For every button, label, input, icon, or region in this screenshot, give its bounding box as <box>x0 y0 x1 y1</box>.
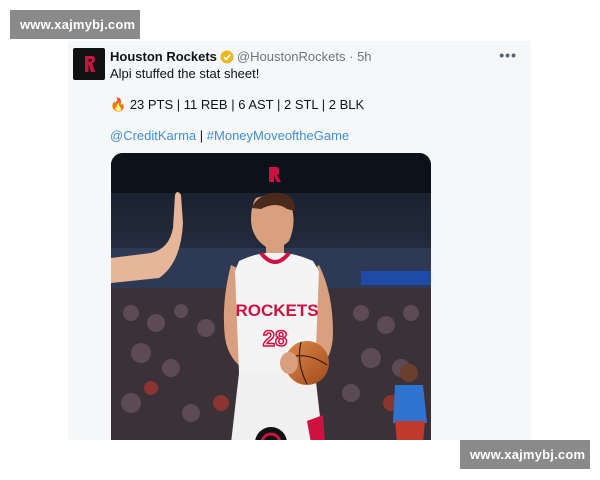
watermark-bottom: www.xajmybj.com <box>460 440 590 469</box>
mention-link[interactable]: @CreditKarma <box>110 128 196 143</box>
stats-text: 23 PTS | 11 REB | 6 AST | 2 STL | 2 BLK <box>129 97 365 112</box>
watermark-top: www.xajmybj.com <box>10 10 140 39</box>
verified-badge-icon <box>220 50 234 67</box>
rockets-logo-icon <box>85 56 95 72</box>
timestamp[interactable]: 5h <box>357 49 371 64</box>
tweet-header: Houston Rockets @HoustonRockets · 5h <box>110 49 521 67</box>
tweet-text: Alpi stuffed the stat sheet! <box>110 66 260 81</box>
jersey-team-text: ROCKETS <box>235 301 318 320</box>
avatar[interactable] <box>73 48 105 80</box>
author-name[interactable]: Houston Rockets <box>110 49 217 64</box>
separator-dot: · <box>349 49 354 64</box>
link-separator: | <box>196 128 207 143</box>
author-handle[interactable]: @HoustonRockets <box>237 49 346 64</box>
stats-line: 🔥 23 PTS | 11 REB | 6 AST | 2 STL | 2 BL… <box>110 97 364 113</box>
hashtag-link[interactable]: #MoneyMoveoftheGame <box>207 128 349 143</box>
tweet-card[interactable]: Houston Rockets @HoustonRockets · 5h ••• … <box>68 41 531 440</box>
fire-icon: 🔥 <box>110 97 127 112</box>
tweet-photo[interactable]: ROCKETS 28 <box>111 153 431 440</box>
jersey-number-text: 28 <box>263 326 287 351</box>
links-line: @CreditKarma | #MoneyMoveoftheGame <box>110 128 349 143</box>
more-options-icon[interactable]: ••• <box>499 47 517 63</box>
